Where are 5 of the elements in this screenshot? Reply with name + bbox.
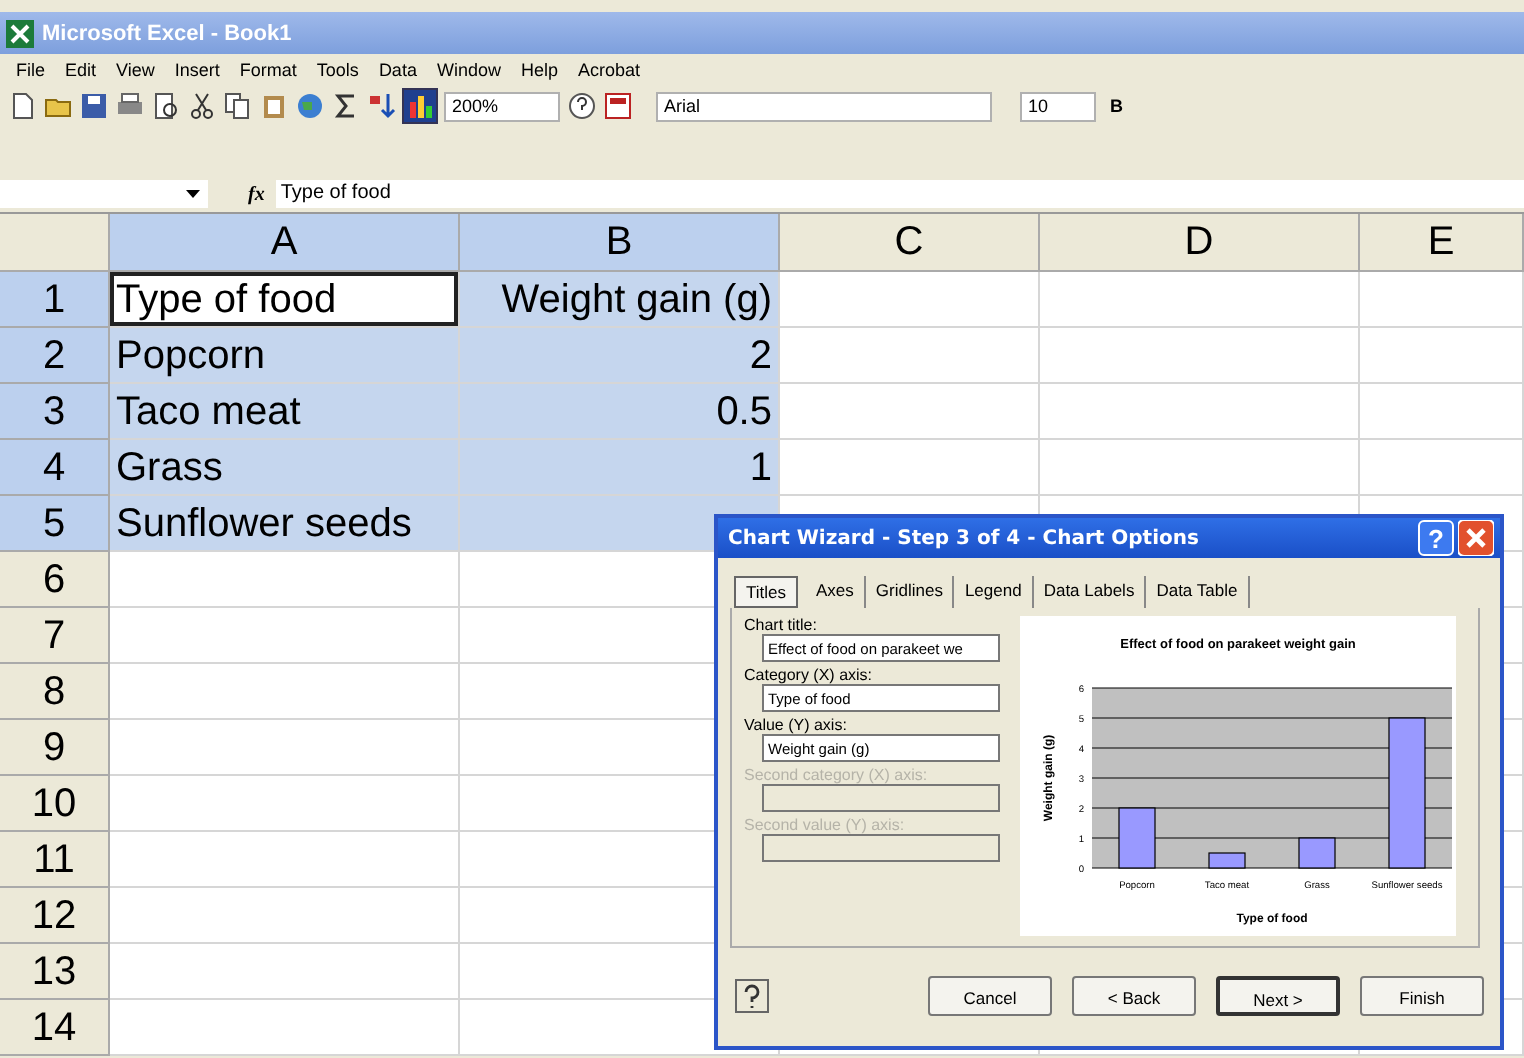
field-label: Value (Y) axis: [744, 716, 849, 734]
dialog-title: Chart Wizard - Step 3 of 4 - Chart Options [728, 527, 1201, 549]
field-label: Chart title: [744, 616, 819, 634]
field-label: Category (X) axis: [744, 666, 875, 684]
window-title: Microsoft Excel - Book1 [42, 21, 292, 45]
